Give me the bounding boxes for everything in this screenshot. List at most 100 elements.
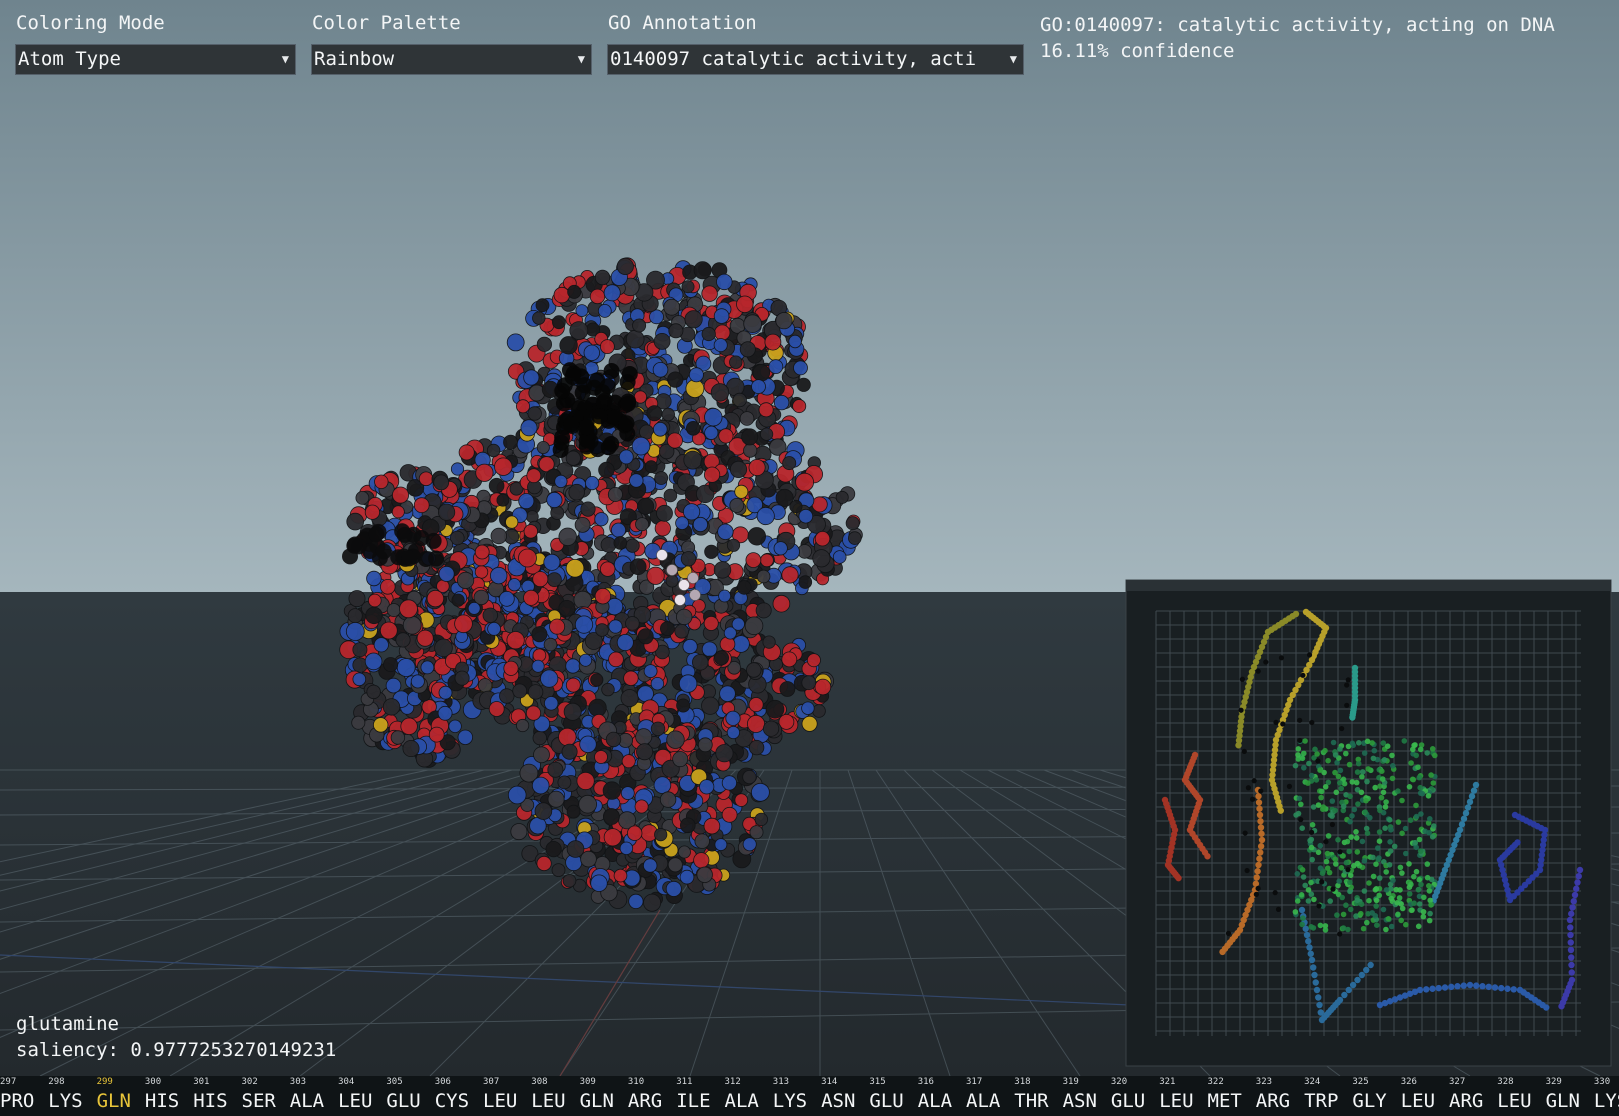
sequence-residue[interactable]: ARG <box>1449 1090 1483 1112</box>
contact-point <box>1566 916 1574 924</box>
contact-point <box>1241 748 1247 755</box>
protein-3d-viewport[interactable] <box>0 0 1619 1116</box>
sequence-residue[interactable]: GLU <box>1111 1090 1145 1112</box>
atom <box>734 793 749 807</box>
sequence-residue[interactable]: ARG <box>628 1090 662 1112</box>
sequence-residue[interactable]: LEU <box>338 1090 372 1112</box>
atom <box>715 744 734 763</box>
sequence-residue[interactable]: LYS <box>48 1090 82 1112</box>
contact-point <box>1491 984 1499 991</box>
contact-point <box>1299 867 1306 873</box>
sequence-residue[interactable]: LEU <box>483 1090 517 1112</box>
sequence-residue[interactable]: GLN <box>580 1090 614 1112</box>
atom <box>744 616 764 636</box>
atom <box>451 593 465 607</box>
contact-point <box>1296 795 1303 802</box>
contact-point <box>1417 784 1423 791</box>
sequence-residue[interactable]: ALA <box>725 1090 759 1112</box>
sequence-residue[interactable]: ALA <box>290 1090 324 1112</box>
atom <box>654 471 669 485</box>
sequence-residue[interactable]: HIS <box>193 1090 227 1112</box>
sequence-residue[interactable]: LEU <box>1401 1090 1435 1112</box>
sequence-residue[interactable]: CYS <box>435 1090 469 1112</box>
atom <box>718 428 734 444</box>
contact-point <box>1424 750 1430 756</box>
coloring-mode-select[interactable]: Atom Type ▼ <box>15 44 296 75</box>
atom <box>565 677 581 693</box>
sequence-residue[interactable]: HIS <box>145 1090 179 1112</box>
sequence-residue[interactable]: LEU <box>1159 1090 1193 1112</box>
sequence-residue[interactable]: LEU <box>531 1090 565 1112</box>
contact-point <box>1389 752 1395 759</box>
sequence-residue[interactable]: GLU <box>386 1090 420 1112</box>
highlighted-atom[interactable] <box>689 589 701 601</box>
contact-point <box>1309 856 1315 863</box>
sequence-number: 308 <box>531 1077 548 1087</box>
sequence-residue[interactable]: ALA <box>966 1090 1000 1112</box>
sequence-residue[interactable]: ARG <box>1256 1090 1290 1112</box>
highlighted-atom[interactable] <box>666 564 678 576</box>
atom <box>613 536 628 550</box>
contact-point <box>1416 986 1424 994</box>
contact-point <box>1320 804 1327 810</box>
sequence-residue[interactable]: LYS <box>1594 1090 1619 1112</box>
contact-point <box>1255 799 1263 806</box>
highlighted-atom[interactable] <box>678 579 690 591</box>
sequence-residue[interactable]: LYS <box>773 1090 807 1112</box>
contact-point <box>1313 777 1320 783</box>
contact-point <box>1375 845 1381 851</box>
contact-point <box>1409 776 1416 783</box>
sequence-residue[interactable]: GLU <box>869 1090 903 1112</box>
sequence-residue[interactable]: ASN <box>1063 1090 1097 1112</box>
atom <box>618 415 635 432</box>
contact-point <box>1337 767 1344 774</box>
contact-point <box>1341 991 1348 999</box>
sequence-residue[interactable]: LEU <box>1497 1090 1531 1112</box>
sequence-residue[interactable]: PRO <box>0 1090 34 1112</box>
contact-point <box>1256 805 1263 812</box>
go-annotation-select[interactable]: 0140097 catalytic activity, acti ▼ <box>607 44 1024 75</box>
atom <box>637 628 654 645</box>
atom <box>553 286 571 304</box>
atom <box>450 462 465 476</box>
atom <box>503 434 519 450</box>
atom <box>475 463 494 482</box>
contact-point <box>1385 916 1392 922</box>
atom <box>792 399 807 414</box>
sequence-residue[interactable]: GLN <box>1546 1090 1580 1112</box>
atom <box>814 678 832 696</box>
contact-point <box>1399 797 1405 804</box>
contact-point <box>1448 983 1455 991</box>
atom <box>701 285 718 302</box>
contact-point <box>1458 821 1466 828</box>
atom <box>650 721 666 737</box>
highlighted-atom[interactable] <box>674 594 686 606</box>
highlighted-atom[interactable] <box>656 549 668 561</box>
sequence-residue[interactable]: THR <box>1014 1090 1048 1112</box>
contact-point <box>1327 898 1333 904</box>
atom <box>748 739 765 756</box>
contact-point <box>1324 865 1331 871</box>
color-palette-select[interactable]: Rainbow ▼ <box>311 44 592 75</box>
contact-point <box>1429 746 1436 752</box>
sequence-residue[interactable]: ILE <box>676 1090 710 1112</box>
sequence-residues[interactable]: PRO LYS GLN HIS HIS SER ALA LEU GLU CYS LEU LEU GLN A… <box>0 1090 1619 1114</box>
sequence-residue[interactable]: TRP <box>1304 1090 1338 1112</box>
sequence-residue[interactable]: SER <box>242 1090 276 1112</box>
sequence-bar[interactable]: 297 298 299 300 301 302 303 304 305 306 307 308 309 3… <box>0 1076 1619 1116</box>
highlighted-atom[interactable] <box>687 572 699 584</box>
contact-point <box>1258 830 1265 837</box>
atom <box>410 674 425 689</box>
sequence-residue[interactable]: GLN <box>97 1090 131 1112</box>
sequence-residue[interactable]: GLY <box>1352 1090 1386 1112</box>
atom <box>352 642 368 658</box>
sequence-residue[interactable]: ALA <box>918 1090 952 1112</box>
atom <box>618 449 634 465</box>
sequence-residue[interactable]: MET <box>1208 1090 1242 1112</box>
contact-point <box>1298 892 1305 898</box>
atom <box>375 543 392 560</box>
contact-point <box>1504 985 1511 992</box>
atom <box>347 608 363 624</box>
sequence-residue[interactable]: ASN <box>821 1090 855 1112</box>
atom <box>565 450 581 466</box>
